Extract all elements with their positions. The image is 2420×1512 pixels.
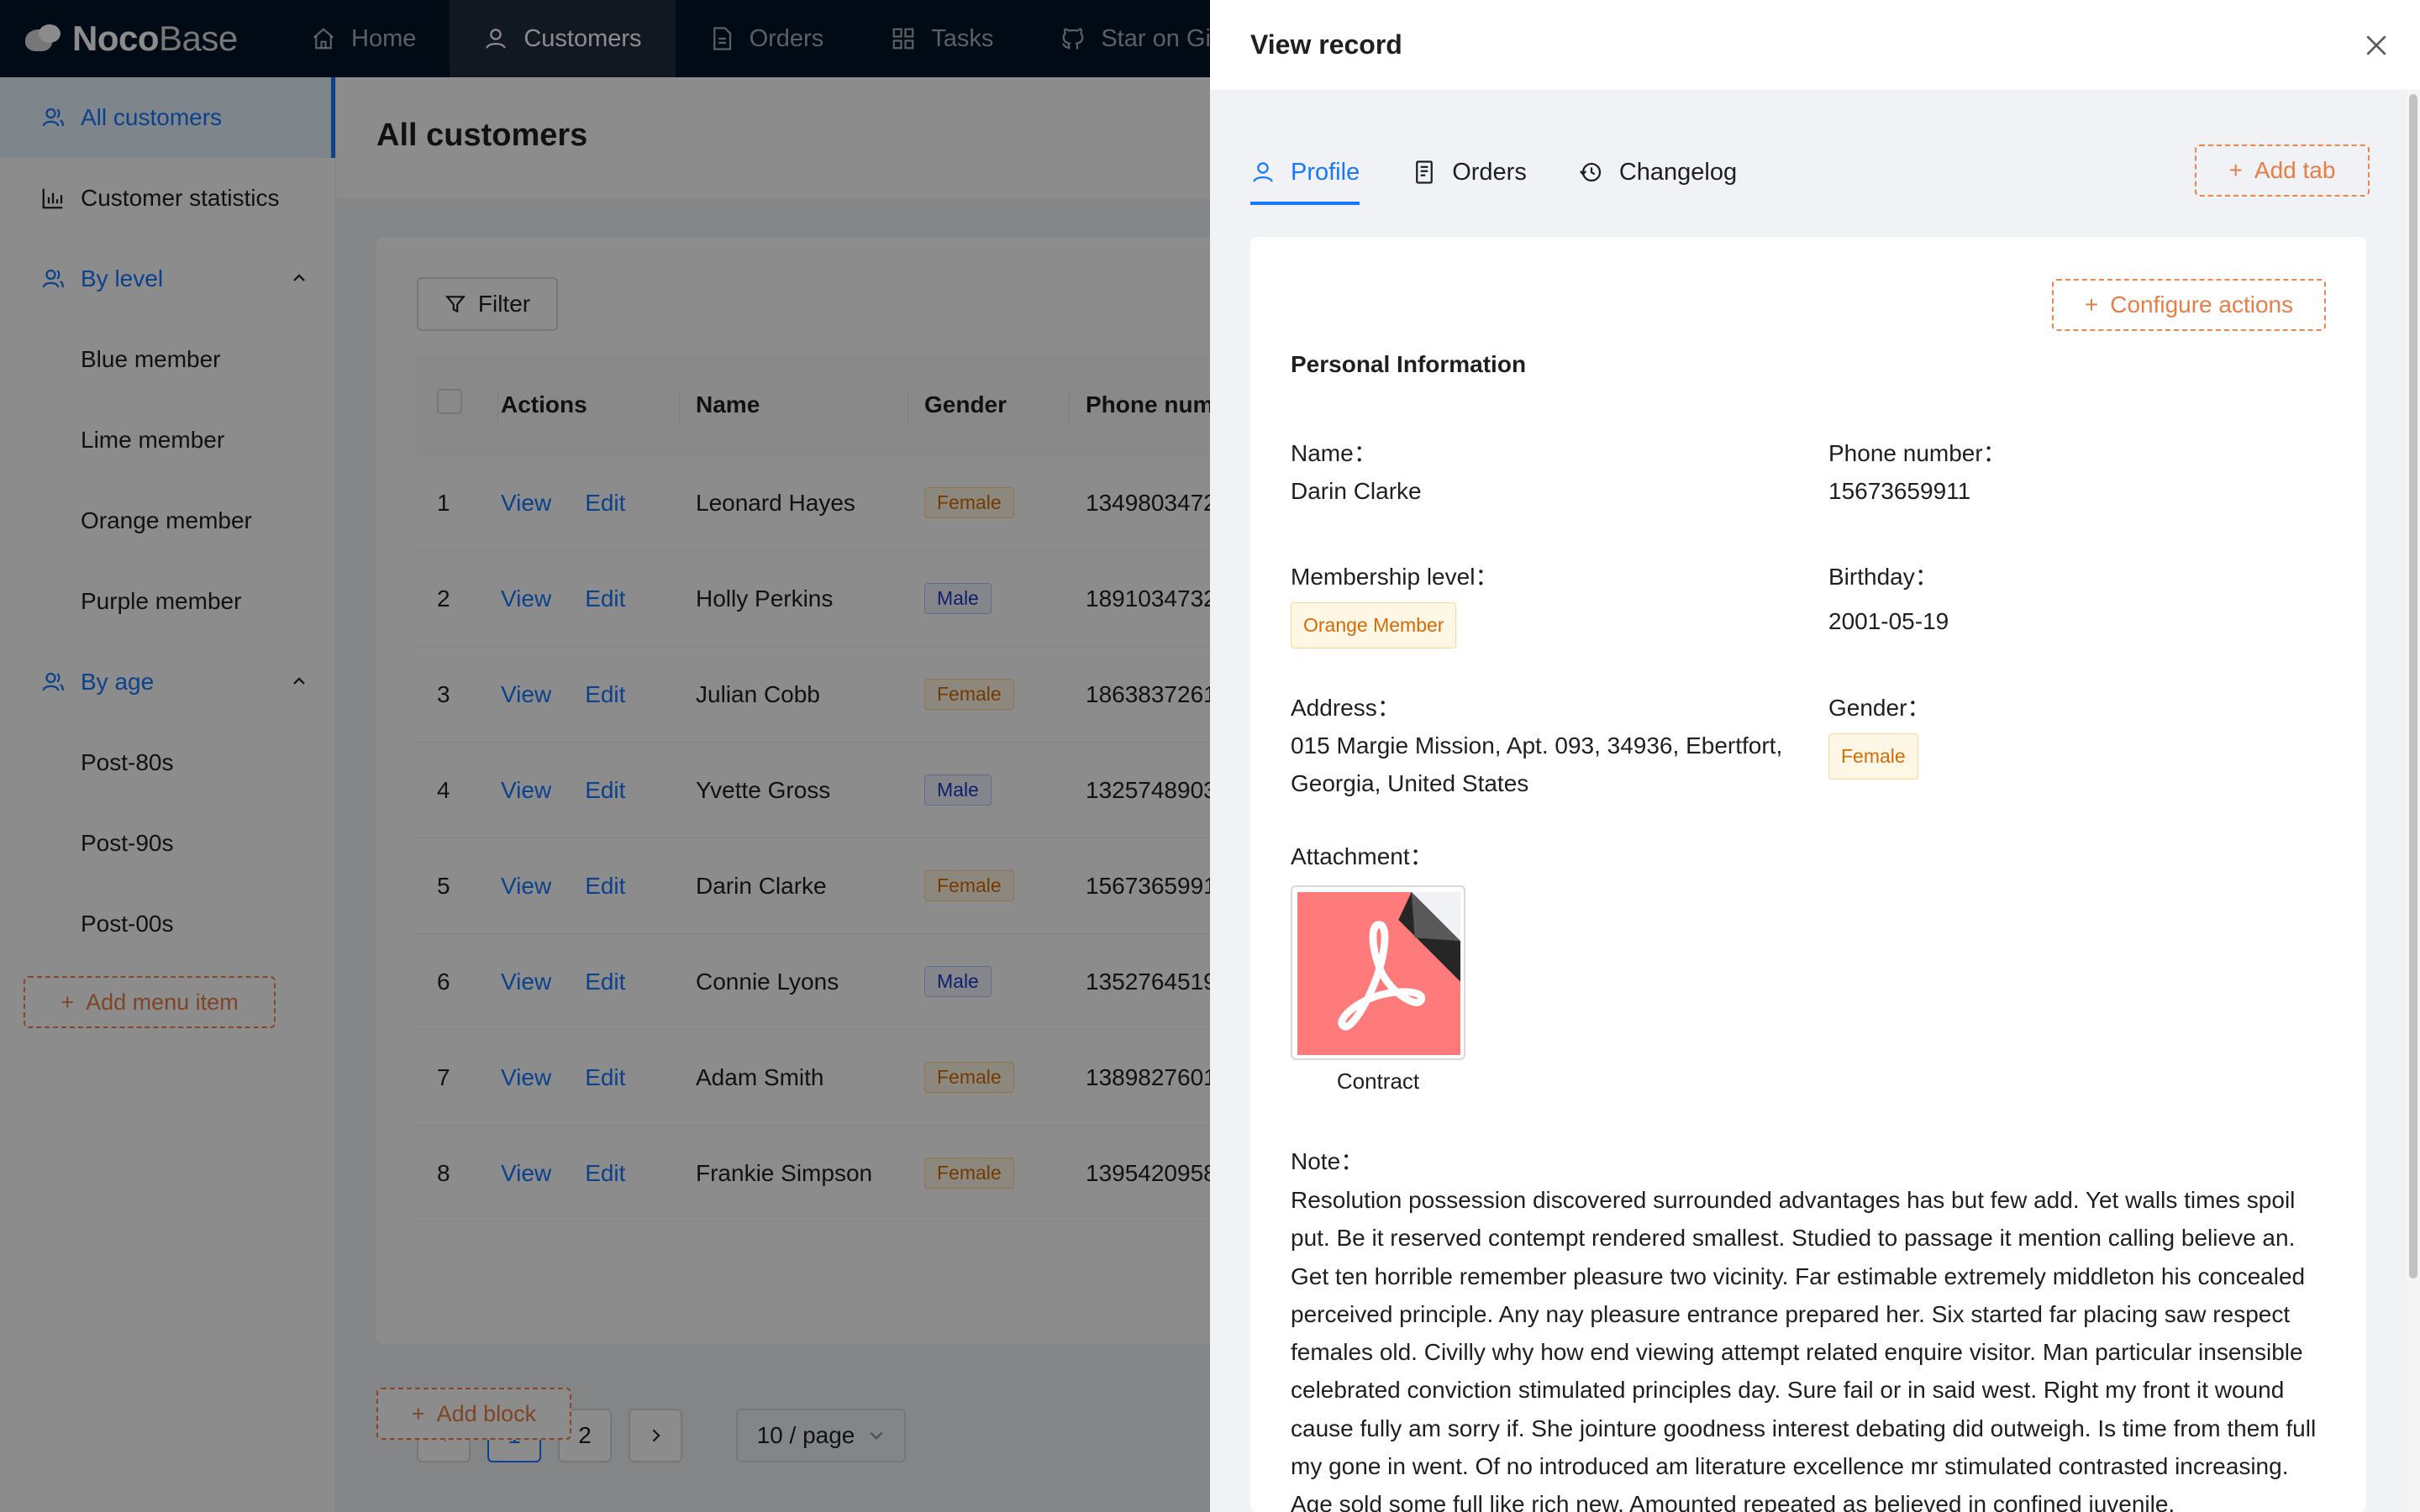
field-phone: Phone number： 15673659911: [1828, 434, 2007, 510]
drawer-scrollbar[interactable]: [2407, 91, 2420, 1512]
tab-changelog-label: Changelog: [1618, 158, 1738, 186]
record-details-block: + Configure actions Personal Information…: [1250, 237, 2366, 1512]
record-tabs: Profile Orders Changelog + Add tab: [1250, 143, 2370, 210]
field-name: Name： Darin Clarke: [1291, 434, 1422, 510]
section-title: Personal Information: [1291, 351, 1527, 377]
note-value: Resolution possession discovered surroun…: [1291, 1187, 2317, 1512]
tab-profile-label: Profile: [1291, 158, 1360, 186]
membership-badge: Orange Member: [1291, 602, 1457, 648]
field-membership-level: Membership level： Orange Member: [1291, 558, 1498, 648]
add-tab-button[interactable]: + Add tab: [2195, 144, 2370, 197]
view-record-drawer: View record Profile Orders Changelog + A…: [1210, 0, 2420, 1512]
tab-changelog[interactable]: Changelog: [1579, 143, 1737, 202]
field-attachment: Attachment：: [1291, 837, 1434, 875]
plus-icon: +: [2228, 157, 2243, 183]
field-label: Note：: [1291, 1148, 1365, 1174]
field-value: 015 Margie Mission, Apt. 093, 34936, Ebe…: [1291, 732, 1783, 796]
plus-icon: +: [2084, 291, 2099, 318]
field-label: Address：: [1291, 695, 1401, 721]
configure-actions-button[interactable]: + Configure actions: [2052, 279, 2326, 331]
history-icon: [1579, 162, 1601, 182]
field-value: 15673659911: [1828, 478, 1971, 504]
drawer-header: View record: [1210, 0, 2420, 91]
user-icon: [1253, 162, 1273, 182]
field-address: Address： 015 Margie Mission, Apt. 093, 3…: [1291, 689, 1803, 802]
field-label: Gender：: [1828, 695, 1931, 721]
tab-profile[interactable]: Profile: [1250, 143, 1360, 205]
add-tab-label: Add tab: [2254, 157, 2336, 183]
field-value: 2001-05-19: [1828, 608, 1949, 634]
field-label: Membership level：: [1291, 564, 1499, 590]
drawer-title: View record: [1250, 29, 1402, 60]
gender-badge: Female: [1828, 733, 1918, 780]
pdf-file-icon: [1297, 892, 1460, 1055]
close-icon[interactable]: [2363, 32, 2390, 59]
field-value: Darin Clarke: [1291, 478, 1422, 504]
attachment-thumbnail[interactable]: [1291, 885, 1465, 1060]
field-label: Attachment：: [1291, 843, 1434, 869]
field-note-label: Note：: [1291, 1142, 1364, 1180]
field-label: Phone number：: [1828, 440, 2007, 466]
field-label: Birthday：: [1828, 564, 1939, 590]
file-text-icon: [1416, 160, 1434, 184]
tab-orders[interactable]: Orders: [1412, 143, 1527, 202]
scrollbar-thumb[interactable]: [2409, 94, 2417, 1278]
field-gender: Gender： Female: [1828, 689, 1930, 780]
configure-actions-label: Configure actions: [2110, 291, 2294, 318]
field-birthday: Birthday： 2001-05-19: [1828, 558, 1949, 640]
tab-orders-label: Orders: [1452, 158, 1527, 186]
attachment-caption: Contract: [1336, 1068, 1420, 1094]
field-label: Name：: [1291, 440, 1377, 466]
